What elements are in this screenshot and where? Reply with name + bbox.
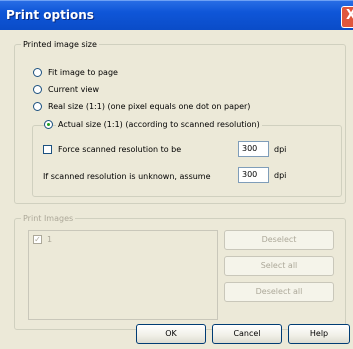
image-item-label: 1 [47, 235, 53, 244]
unknown-resolution-unit: dpi [274, 171, 287, 180]
actual-size-label: Actual size (1:1) (according to scanned … [56, 119, 262, 130]
help-button[interactable]: Help [288, 324, 350, 344]
deselect-all-button[interactable]: Deselect all [224, 282, 334, 302]
print-images-list[interactable]: ✓ 1 [28, 230, 218, 320]
window-title: Print options [6, 8, 94, 22]
cancel-button[interactable]: Cancel [212, 324, 282, 344]
ok-button[interactable]: OK [136, 324, 206, 344]
force-resolution-checkbox[interactable] [43, 145, 52, 154]
real-size-label: Real size (1:1) (one pixel equals one do… [48, 102, 251, 111]
actual-size-radio[interactable] [44, 120, 53, 129]
close-icon: X [346, 9, 353, 23]
close-button[interactable]: X [341, 6, 353, 28]
unknown-resolution-input[interactable]: 300 [238, 167, 269, 183]
actual-size-group [32, 125, 342, 197]
dialog-body: Printed image size Fit image to page Cur… [0, 30, 353, 349]
deselect-button[interactable]: Deselect [224, 230, 334, 250]
force-resolution-label: Force scanned resolution to be [58, 145, 182, 154]
unknown-resolution-label: If scanned resolution is unknown, assume [43, 172, 211, 181]
select-all-button[interactable]: Select all [224, 256, 334, 276]
printed-image-size-legend: Printed image size [21, 39, 99, 50]
image-item-checkbox[interactable]: ✓ [33, 235, 42, 244]
force-resolution-input[interactable]: 300 [238, 141, 269, 157]
force-resolution-unit: dpi [274, 145, 287, 154]
title-bar[interactable]: Print options X [0, 0, 353, 30]
real-size-radio[interactable] [33, 102, 42, 111]
current-view-radio[interactable] [33, 85, 42, 94]
fit-image-label: Fit image to page [48, 68, 118, 77]
print-images-legend: Print Images [21, 213, 76, 224]
fit-image-radio[interactable] [33, 68, 42, 77]
current-view-label: Current view [48, 85, 100, 94]
